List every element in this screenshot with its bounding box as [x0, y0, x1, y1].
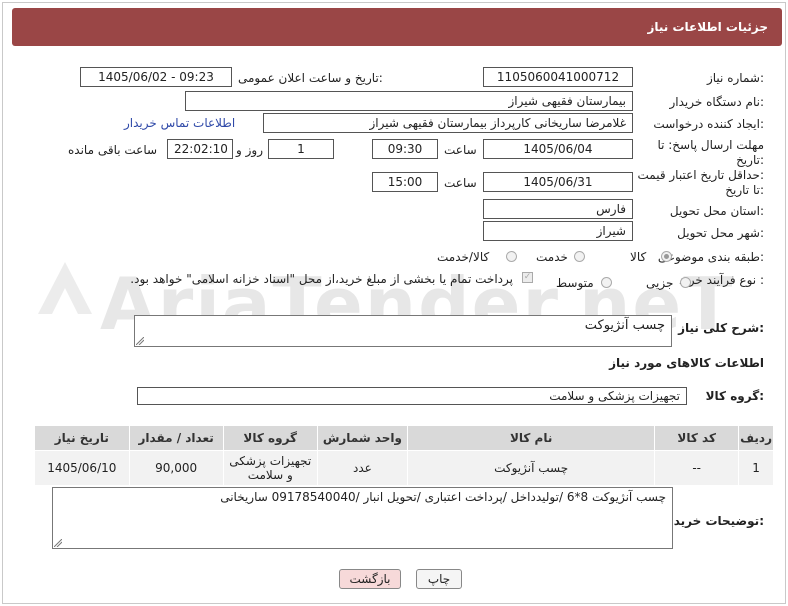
category-radio-goods-service[interactable]: [506, 251, 517, 262]
cell-item-code: --: [654, 450, 740, 486]
buyer-notes-field[interactable]: چسب آنژیوکت 8*6 /تولیدداخل /پرداخت اعتبا…: [52, 487, 673, 549]
items-table: ردیف کد کالا نام کالا واحد شمارش گروه کا…: [34, 425, 774, 486]
cell-item-name: چسب آنژیوکت: [407, 450, 656, 486]
col-item-group: گروه کالا: [222, 425, 318, 451]
category-radio-service[interactable]: [574, 251, 585, 262]
province-label: استان محل تحویل:: [669, 204, 764, 218]
cell-item-group: تجهیزات پزشکی و سلامت: [222, 450, 318, 486]
category-option-goods-service: کالا/خدمت: [437, 250, 490, 264]
col-unit: واحد شمارش: [316, 425, 409, 451]
remaining-time-field[interactable]: 22:02:10: [167, 139, 233, 159]
table-header-row: ردیف کد کالا نام کالا واحد شمارش گروه کا…: [34, 425, 774, 451]
col-item-code: کد کالا: [654, 425, 740, 451]
deadline-time-label: ساعت: [444, 143, 477, 157]
treasury-payment-note: پرداخت تمام یا بخشی از مبلغ خرید،از محل …: [130, 272, 513, 286]
days-remaining-field[interactable]: 1: [268, 139, 334, 159]
watermark-logo-icon: [38, 262, 92, 314]
deadline-label: مهلت ارسال پاسخ: تا: [657, 138, 764, 152]
cell-need-date: 1405/06/10: [34, 450, 130, 486]
city-label: شهر محل تحویل:: [677, 226, 764, 240]
province-field[interactable]: فارس: [483, 199, 633, 219]
purchase-type-label: نوع فرآیند خرید :: [679, 273, 764, 287]
purchase-option-minor: جزیی: [646, 276, 674, 290]
announce-field[interactable]: 1405/06/02 - 09:23: [80, 67, 232, 87]
col-need-date: تاریخ نیاز: [34, 425, 130, 451]
goods-info-title: اطلاعات کالاهای مورد نیاز: [609, 356, 764, 370]
back-button[interactable]: بازگشت: [339, 569, 401, 589]
city-field[interactable]: شیراز: [483, 221, 633, 241]
table-row[interactable]: 1 -- چسب آنژیوکت عدد تجهیزات پزشکی و سلا…: [34, 450, 774, 486]
buyer-org-label: نام دستگاه خریدار:: [669, 95, 765, 109]
col-item-name: نام کالا: [407, 425, 656, 451]
buyer-notes-label: توضیحات خریدار:: [662, 514, 764, 528]
col-row-number: ردیف: [738, 425, 774, 451]
category-option-goods: کالا: [630, 250, 647, 264]
goods-group-label: گروه کالا:: [705, 389, 764, 403]
validity-time-field[interactable]: 15:00: [372, 172, 438, 192]
goods-group-field[interactable]: تجهیزات پزشکی و سلامت: [137, 387, 687, 405]
category-radio-goods[interactable]: [661, 251, 672, 262]
requester-field[interactable]: غلامرضا ساریخانی کارپرداز بیمارستان فقیه…: [263, 113, 633, 133]
cell-quantity: 90,000: [128, 450, 224, 486]
days-label: روز و: [236, 143, 263, 157]
resize-handle-icon[interactable]: [136, 337, 144, 345]
validity-date-field[interactable]: 1405/06/31: [483, 172, 633, 192]
description-field[interactable]: چسب آنژیوکت: [134, 315, 672, 347]
print-button[interactable]: چاپ: [416, 569, 462, 589]
remaining-time-label: ساعت باقی مانده: [68, 143, 158, 157]
validity-time-label: ساعت: [444, 176, 477, 190]
category-option-service: خدمت: [536, 250, 568, 264]
purchase-option-medium: متوسط: [556, 276, 594, 290]
contact-info-link[interactable]: اطلاعات تماس خریدار: [124, 116, 235, 130]
treasury-payment-checkbox[interactable]: ✓: [522, 272, 533, 283]
description-label: شرح کلی نیاز:: [678, 321, 764, 335]
min-validity-label: حداقل تاریخ اعتبار قیمت:: [637, 168, 764, 182]
need-number-label: شماره نیاز:: [706, 71, 764, 85]
category-label: طبقه بندی موضوعی:: [657, 250, 764, 264]
announce-label: تاریخ و ساعت اعلان عمومی:: [238, 71, 383, 85]
cell-row-number: 1: [738, 450, 774, 486]
col-quantity: تعداد / مقدار: [128, 425, 224, 451]
need-number-field[interactable]: 1105060041000712: [483, 67, 633, 87]
deadline-label-date: تاریخ:: [736, 153, 764, 167]
requester-label: ایجاد کننده درخواست:: [653, 117, 764, 131]
purchase-radio-minor[interactable]: [680, 277, 691, 288]
deadline-date-field[interactable]: 1405/06/04: [483, 139, 633, 159]
buyer-org-field[interactable]: بیمارستان فقیهی شیراز: [185, 91, 633, 111]
page-header: جزئیات اطلاعات نیاز: [12, 8, 782, 46]
deadline-time-field[interactable]: 09:30: [372, 139, 438, 159]
min-validity-label-date: تا تاریخ:: [725, 183, 764, 197]
resize-handle-icon[interactable]: [54, 539, 62, 547]
cell-unit: عدد: [316, 450, 409, 486]
page-title: جزئیات اطلاعات نیاز: [647, 20, 768, 34]
purchase-radio-medium[interactable]: [601, 277, 612, 288]
